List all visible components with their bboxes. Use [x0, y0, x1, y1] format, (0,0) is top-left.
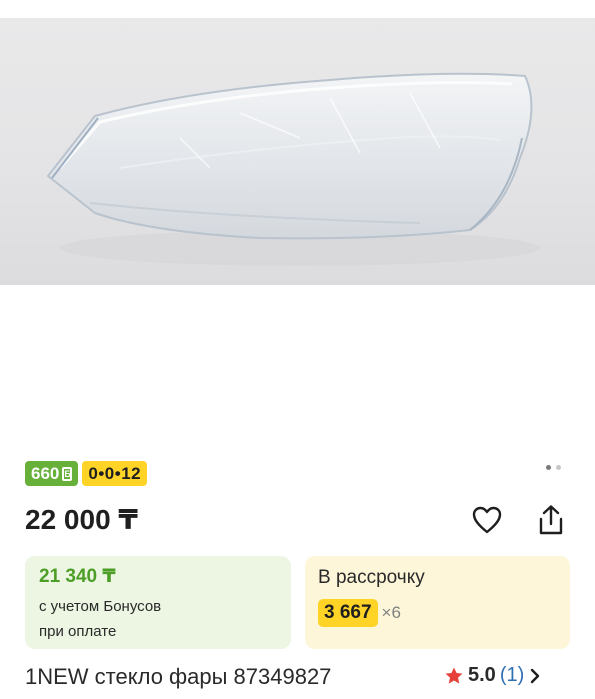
installment-terms: 3 667 ×6	[318, 599, 557, 627]
bonus-icon: Б	[62, 466, 73, 481]
heart-icon	[472, 506, 502, 534]
installment-title: В рассрочку	[318, 567, 425, 588]
installment-monthly-amount: 3 667	[318, 599, 378, 627]
share-button[interactable]	[534, 503, 568, 537]
promo-badges: 660 Б 0•0•12	[25, 461, 148, 486]
bonus-price-note-2: при оплате	[39, 623, 117, 640]
product-rating[interactable]: 5.0 (1)	[444, 664, 542, 687]
carousel-dot[interactable]	[556, 465, 561, 470]
favorite-button[interactable]	[470, 503, 504, 537]
product-image[interactable]	[0, 18, 595, 285]
installment-months: ×6	[381, 603, 401, 622]
installment-card[interactable]: В рассрочку 3 667 ×6	[305, 556, 570, 649]
chevron-right-icon	[531, 668, 540, 683]
reviews-count-link[interactable]: (1)	[500, 664, 524, 687]
bonus-badge-value: 660	[31, 464, 60, 483]
bonus-price-card[interactable]: 21 340 ₸ с учетом Бонусов при оплате	[25, 556, 291, 649]
product-title: 1NEW стекло фары 87349827	[25, 664, 332, 689]
carousel-dot-active[interactable]	[546, 465, 551, 470]
bonus-price-amount: 21 340 ₸	[39, 566, 116, 587]
bonus-badge: 660 Б	[25, 461, 79, 486]
product-price: 22 000 ₸	[25, 504, 138, 535]
installment-badge: 0•0•12	[82, 461, 148, 486]
bonus-price-note-1: с учетом Бонусов	[39, 598, 162, 615]
carousel-dots	[546, 465, 561, 470]
share-icon	[539, 505, 563, 535]
headlight-lens-illustration	[46, 72, 540, 266]
rating-value: 5.0	[468, 664, 496, 686]
star-icon	[445, 667, 463, 684]
